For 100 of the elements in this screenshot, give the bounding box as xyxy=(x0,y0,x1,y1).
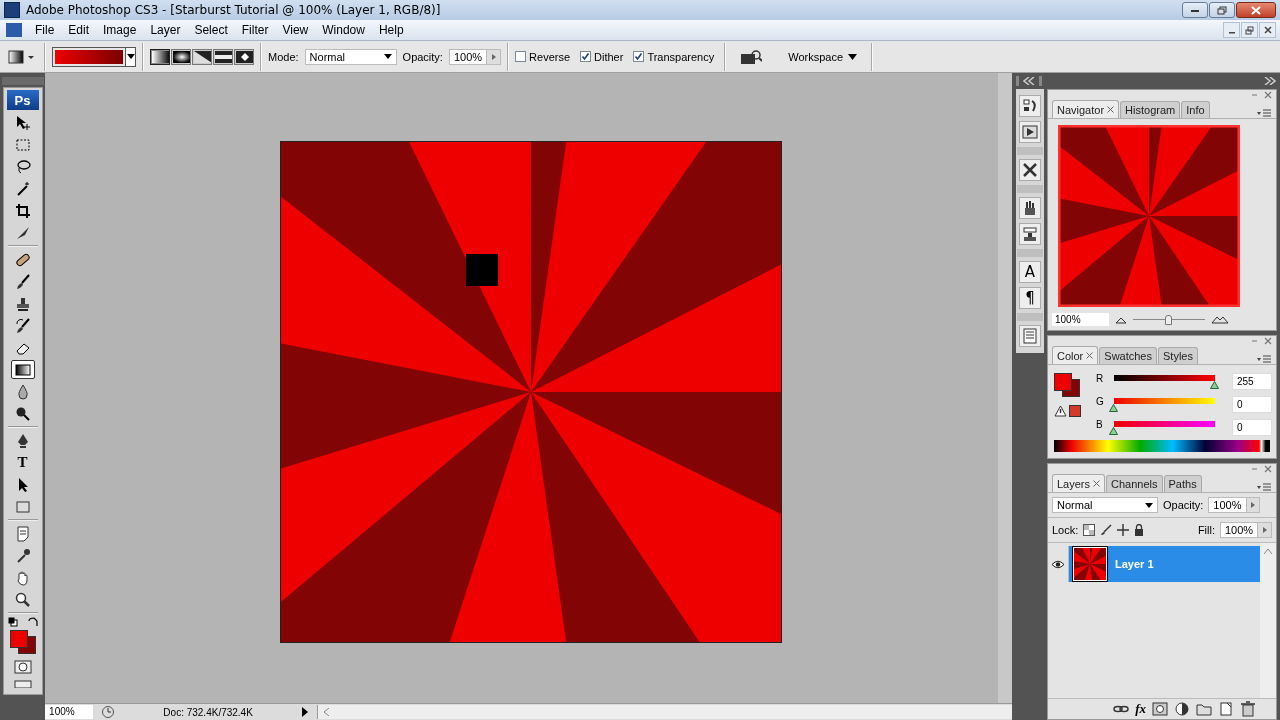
menu-item[interactable]: Layer xyxy=(143,23,188,37)
expand-icon[interactable] xyxy=(1264,77,1276,85)
gradient-type-button[interactable] xyxy=(192,48,212,65)
paragraph-panel-button[interactable]: ¶ xyxy=(1019,287,1041,309)
gradient-type-button[interactable] xyxy=(150,48,170,65)
close-icon[interactable] xyxy=(1093,480,1101,487)
menu-item[interactable]: View xyxy=(275,23,316,37)
new-page-icon[interactable] xyxy=(1218,701,1234,717)
panel-tab[interactable]: Layers xyxy=(1052,474,1106,492)
tool-button[interactable] xyxy=(10,360,35,379)
color-swatches[interactable] xyxy=(9,630,36,654)
menu-item[interactable]: Help xyxy=(371,23,411,37)
panel-tab[interactable]: Navigator xyxy=(1052,100,1120,118)
restore-button[interactable] xyxy=(1241,22,1258,38)
checkbox[interactable] xyxy=(580,51,592,62)
close-icon[interactable] xyxy=(1086,352,1094,359)
gradient-type-button[interactable] xyxy=(213,48,233,65)
scroll-up-icon[interactable] xyxy=(1264,549,1272,554)
menu-item[interactable]: Select xyxy=(187,23,235,37)
color-spectrum[interactable] xyxy=(1054,440,1270,452)
slider-thumb[interactable] xyxy=(1210,381,1219,389)
slider-thumb[interactable] xyxy=(1109,404,1118,412)
workspace-menu[interactable]: Workspace xyxy=(776,50,866,63)
actions-panel-button[interactable] xyxy=(1019,121,1041,143)
panel-menu-icon[interactable] xyxy=(1256,355,1272,364)
close-icon[interactable] xyxy=(1107,106,1115,113)
panel-tab[interactable]: Swatches xyxy=(1099,347,1157,364)
slider-thumb[interactable] xyxy=(1109,427,1118,435)
history-panel-button[interactable] xyxy=(1019,95,1041,117)
panel-menu-icon[interactable] xyxy=(1256,109,1272,118)
presets-panel-button[interactable] xyxy=(1019,159,1041,181)
trash-icon[interactable] xyxy=(1240,701,1256,717)
group-handle[interactable] xyxy=(1017,313,1043,321)
scroll-left-icon[interactable] xyxy=(324,708,331,716)
blend-mode-dropdown[interactable]: Normal xyxy=(1052,497,1158,513)
comps-panel-button[interactable] xyxy=(1019,325,1041,347)
channel-value-field[interactable]: 0 xyxy=(1232,419,1272,436)
zoom-in-icon[interactable] xyxy=(1211,315,1229,324)
horizontal-scrollbar[interactable] xyxy=(317,705,1012,719)
opacity-field[interactable]: 100% xyxy=(1208,497,1261,513)
opacity-field[interactable]: 100% xyxy=(448,48,502,65)
panel-controls-icon[interactable] xyxy=(1251,465,1273,473)
checkbox-label[interactable]: Reverse xyxy=(529,50,571,63)
close-button[interactable] xyxy=(1259,22,1276,38)
panel-tab[interactable]: Info xyxy=(1181,101,1210,118)
mask-icon[interactable] xyxy=(1152,701,1168,717)
status-menu-icon[interactable] xyxy=(301,707,310,717)
slider-thumb[interactable] xyxy=(1165,314,1172,325)
navigator-preview[interactable] xyxy=(1058,125,1240,307)
group-handle[interactable] xyxy=(1017,185,1043,193)
panel-tab[interactable]: Channels xyxy=(1106,475,1163,492)
close-button[interactable] xyxy=(1236,2,1276,18)
menu-item[interactable]: Image xyxy=(96,23,144,37)
panel-tab[interactable]: Styles xyxy=(1158,347,1198,364)
brushes-panel-button[interactable] xyxy=(1019,197,1041,219)
padlock-icon[interactable] xyxy=(1134,524,1145,536)
gradient-type-button[interactable] xyxy=(171,48,191,65)
swap-arrow-icon[interactable] xyxy=(27,617,38,627)
menu-item[interactable]: File xyxy=(28,23,62,37)
vertical-scrollbar[interactable] xyxy=(1260,543,1276,698)
quick-mask-icon[interactable] xyxy=(13,660,32,674)
half-circle-icon[interactable] xyxy=(1174,701,1190,717)
channel-value-field[interactable]: 0 xyxy=(1232,396,1272,413)
minimize-button[interactable] xyxy=(1182,2,1208,18)
fill-field[interactable]: 100% xyxy=(1220,522,1272,538)
character-panel-button[interactable]: A xyxy=(1019,261,1041,283)
checkbox[interactable] xyxy=(633,51,645,62)
channel-value-field[interactable]: 255 xyxy=(1232,373,1272,390)
group-handle[interactable] xyxy=(1017,249,1043,257)
menu-item[interactable]: Edit xyxy=(61,23,97,37)
gradient-picker[interactable] xyxy=(52,46,136,67)
clock-icon[interactable] xyxy=(101,705,116,719)
folder-icon[interactable] xyxy=(1196,701,1212,717)
brush-icon[interactable] xyxy=(1100,524,1113,536)
menu-item[interactable]: Window xyxy=(315,23,372,37)
checkbox-label[interactable]: Transparency xyxy=(647,50,715,63)
checkbox[interactable] xyxy=(515,51,527,62)
type-tool-button[interactable]: T xyxy=(10,453,35,472)
fx-button[interactable]: fx xyxy=(1135,701,1146,717)
panel-tab[interactable]: Histogram xyxy=(1120,101,1181,118)
zoom-field[interactable]: 100% xyxy=(1052,313,1109,326)
panel-menu-icon[interactable] xyxy=(1256,483,1272,492)
collapse-icon[interactable] xyxy=(1023,77,1035,85)
panel-tab[interactable]: Color xyxy=(1052,346,1099,364)
screen-mode-icon[interactable] xyxy=(13,680,32,688)
zoom-field[interactable]: 100% xyxy=(45,705,94,719)
clone-panel-button[interactable] xyxy=(1019,223,1041,245)
panel-controls-icon[interactable] xyxy=(1251,91,1273,99)
default-colors-icon[interactable] xyxy=(7,617,18,627)
menu-item[interactable]: Filter xyxy=(234,23,276,37)
panel-tab[interactable]: Paths xyxy=(1163,475,1202,492)
zoom-out-icon[interactable] xyxy=(1115,315,1127,324)
color-swatches[interactable] xyxy=(1054,373,1080,397)
mode-dropdown[interactable]: Normal xyxy=(304,48,397,65)
checkbox-label[interactable]: Dither xyxy=(594,50,624,63)
group-handle[interactable] xyxy=(1017,147,1043,155)
restore-button[interactable] xyxy=(1209,2,1235,18)
warning-icon[interactable] xyxy=(1054,405,1067,417)
gradient-type-button[interactable] xyxy=(234,48,254,65)
panel-controls-icon[interactable] xyxy=(1251,337,1273,345)
